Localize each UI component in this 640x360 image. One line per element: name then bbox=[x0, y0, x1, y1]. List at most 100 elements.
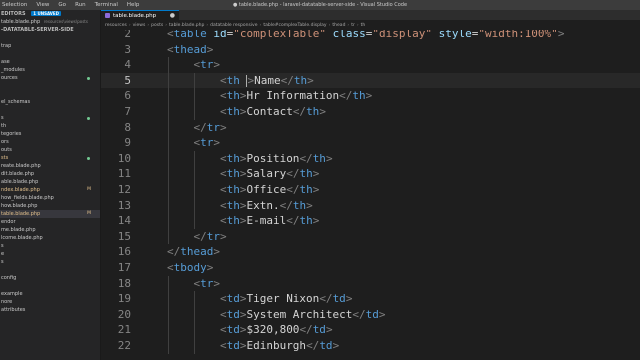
line-number: 5 bbox=[124, 73, 131, 87]
title-bar: Selection View Go Run Terminal Help ● table.b… bbox=[0, 0, 640, 10]
code-line[interactable]: 11 <th>Salary</th> bbox=[101, 166, 640, 182]
file-tree-item[interactable]: able.blade.php bbox=[0, 178, 100, 186]
file-tree-item[interactable]: e bbox=[0, 250, 100, 258]
file-tree-item[interactable]: table.blade.php M bbox=[0, 210, 100, 218]
file-tree-item[interactable]: endor bbox=[0, 218, 100, 226]
code-token: class bbox=[332, 30, 366, 40]
file-tree-item[interactable]: s bbox=[0, 114, 100, 122]
code-content: </thead> bbox=[167, 244, 220, 260]
breadcrumb-item[interactable]: th bbox=[361, 23, 366, 28]
code-line[interactable]: 20 <td>System Architect</td> bbox=[101, 307, 640, 323]
code-line[interactable]: 8 </tr> bbox=[101, 120, 640, 136]
open-editor-item[interactable]: table.blade.php resources\views\posts bbox=[0, 18, 100, 26]
file-tree-item[interactable] bbox=[0, 282, 100, 290]
code-token: < bbox=[167, 261, 174, 274]
code-line[interactable]: 9 <tr> bbox=[101, 135, 640, 151]
code-content: <th>Extn.</th> bbox=[220, 198, 313, 214]
breadcrumb-item[interactable]: resources bbox=[105, 23, 127, 28]
file-tree-item[interactable] bbox=[0, 90, 100, 98]
file-tree-label: ndex.blade.php bbox=[1, 187, 40, 193]
code-line[interactable]: 16 </thead> bbox=[101, 244, 640, 260]
file-tree-item[interactable]: ors bbox=[0, 138, 100, 146]
open-editors-header[interactable]: EDITORS 1 UNSAVED bbox=[0, 10, 100, 18]
breadcrumb-item[interactable]: thead bbox=[332, 23, 345, 28]
code-token: th bbox=[306, 105, 320, 118]
code-token: "complexTable" bbox=[233, 30, 326, 40]
breadcrumb-item[interactable]: views bbox=[133, 23, 146, 28]
code-content: <tr> bbox=[193, 276, 220, 292]
file-tree-item[interactable] bbox=[0, 34, 100, 42]
file-tree-item[interactable]: th bbox=[0, 122, 100, 130]
file-tree-item[interactable]: config bbox=[0, 274, 100, 282]
file-tree-item[interactable]: tegories bbox=[0, 130, 100, 138]
file-tree-item[interactable]: ase bbox=[0, 58, 100, 66]
breadcrumb-item[interactable]: table.blade.php bbox=[169, 23, 204, 28]
file-tree-item[interactable]: sts bbox=[0, 154, 100, 162]
file-tree-item[interactable] bbox=[0, 82, 100, 90]
code-line[interactable]: 21 <td>$320,800</td> bbox=[101, 322, 640, 338]
code-line[interactable]: 7 <th>Contact</th> bbox=[101, 104, 640, 120]
code-token: < bbox=[219, 167, 227, 181]
code-line[interactable]: 15 </tr> bbox=[101, 229, 640, 245]
code-content: <tr> bbox=[193, 57, 220, 73]
code-line[interactable]: 13 <th>Extn.</th> bbox=[101, 198, 640, 214]
code-line[interactable]: 18 <tr> bbox=[101, 276, 640, 292]
code-line[interactable]: 22 <td>Edinburgh</td> bbox=[101, 338, 640, 354]
breadcrumb-item[interactable]: posts bbox=[151, 23, 163, 28]
code-line[interactable]: 12 <th>Office</th> bbox=[101, 182, 640, 198]
menu-item-terminal[interactable]: Terminal bbox=[95, 0, 118, 10]
unsaved-badge: 1 UNSAVED bbox=[31, 11, 61, 16]
file-tree-item[interactable]: _modules bbox=[0, 66, 100, 74]
chevron-right-icon: › bbox=[328, 22, 331, 28]
open-editor-filename: table.blade.php bbox=[1, 19, 41, 25]
file-tree-item[interactable]: nore bbox=[0, 298, 100, 306]
line-number: 10 bbox=[117, 151, 131, 165]
code-line[interactable]: 19 <td>Tiger Nixon</td> bbox=[101, 291, 640, 307]
code-token: > bbox=[365, 89, 373, 103]
file-tree-item[interactable] bbox=[0, 106, 100, 114]
breadcrumb-item[interactable]: table#complexTable.display bbox=[263, 23, 326, 28]
code-line[interactable]: 14 <th>E-mail</th> bbox=[101, 213, 640, 229]
code-line[interactable]: 5 <th >Name</th> bbox=[101, 72, 640, 89]
file-tree-item[interactable]: how_fields.blade.php bbox=[0, 194, 100, 202]
code-token: $320,800 bbox=[246, 323, 300, 337]
code-token: > bbox=[219, 120, 227, 134]
code-token: </ bbox=[339, 89, 353, 103]
code-token: > bbox=[219, 229, 227, 243]
file-tree-item[interactable]: trap bbox=[0, 42, 100, 50]
breadcrumb-item[interactable]: tr bbox=[351, 23, 355, 28]
file-tree-item[interactable]: outs bbox=[0, 146, 100, 154]
file-tree-item[interactable]: ources bbox=[0, 74, 100, 82]
code-line[interactable]: 17 <tbody> bbox=[101, 260, 640, 276]
file-tree-item[interactable] bbox=[0, 50, 100, 58]
breadcrumb-item[interactable]: datatable responsive bbox=[210, 23, 257, 28]
code-line[interactable]: 6 <th>Hr Information</th> bbox=[101, 88, 640, 104]
menu-item-run[interactable]: Run bbox=[75, 0, 86, 10]
code-line[interactable]: 3 <thead> bbox=[101, 42, 640, 58]
file-tree-item[interactable]: attributes bbox=[0, 306, 100, 314]
file-tree-item[interactable]: el_schemas bbox=[0, 98, 100, 106]
menu-item-selection[interactable]: Selection bbox=[2, 0, 27, 10]
file-tree-item[interactable]: reate.blade.php bbox=[0, 162, 100, 170]
file-tree-item[interactable] bbox=[0, 266, 100, 274]
code-line[interactable]: 10 <th>Position</th> bbox=[101, 151, 640, 167]
code-token: "display" bbox=[372, 30, 432, 40]
file-tree-item[interactable]: ndex.blade.php M bbox=[0, 186, 100, 194]
file-tree-item[interactable]: dit.blade.php bbox=[0, 170, 100, 178]
menu-item-view[interactable]: View bbox=[36, 0, 49, 10]
project-folder-header[interactable]: -DATATABLE-SERVER-SIDE bbox=[0, 26, 100, 34]
file-tree-item[interactable]: lcome.blade.php bbox=[0, 234, 100, 242]
menu-item-help[interactable]: Help bbox=[127, 0, 140, 10]
file-tree-item[interactable]: how.blade.php bbox=[0, 202, 100, 210]
code-token: > bbox=[319, 105, 326, 118]
file-tree-item[interactable]: me.blade.php bbox=[0, 226, 100, 234]
file-tree-item[interactable]: s bbox=[0, 258, 100, 266]
file-tree-item[interactable]: s bbox=[0, 242, 100, 250]
menu-item-go[interactable]: Go bbox=[58, 0, 66, 10]
unsaved-dot-icon[interactable]: ● bbox=[170, 12, 175, 19]
code-editor[interactable]: 2 <table id="complexTable" class="display… bbox=[101, 30, 640, 360]
code-line[interactable]: 4 <tr> bbox=[101, 57, 640, 73]
tab-table-blade[interactable]: table.blade.php ● bbox=[101, 10, 179, 20]
code-line[interactable]: 2 <table id="complexTable" class="display… bbox=[101, 30, 640, 42]
file-tree-item[interactable]: example bbox=[0, 290, 100, 298]
